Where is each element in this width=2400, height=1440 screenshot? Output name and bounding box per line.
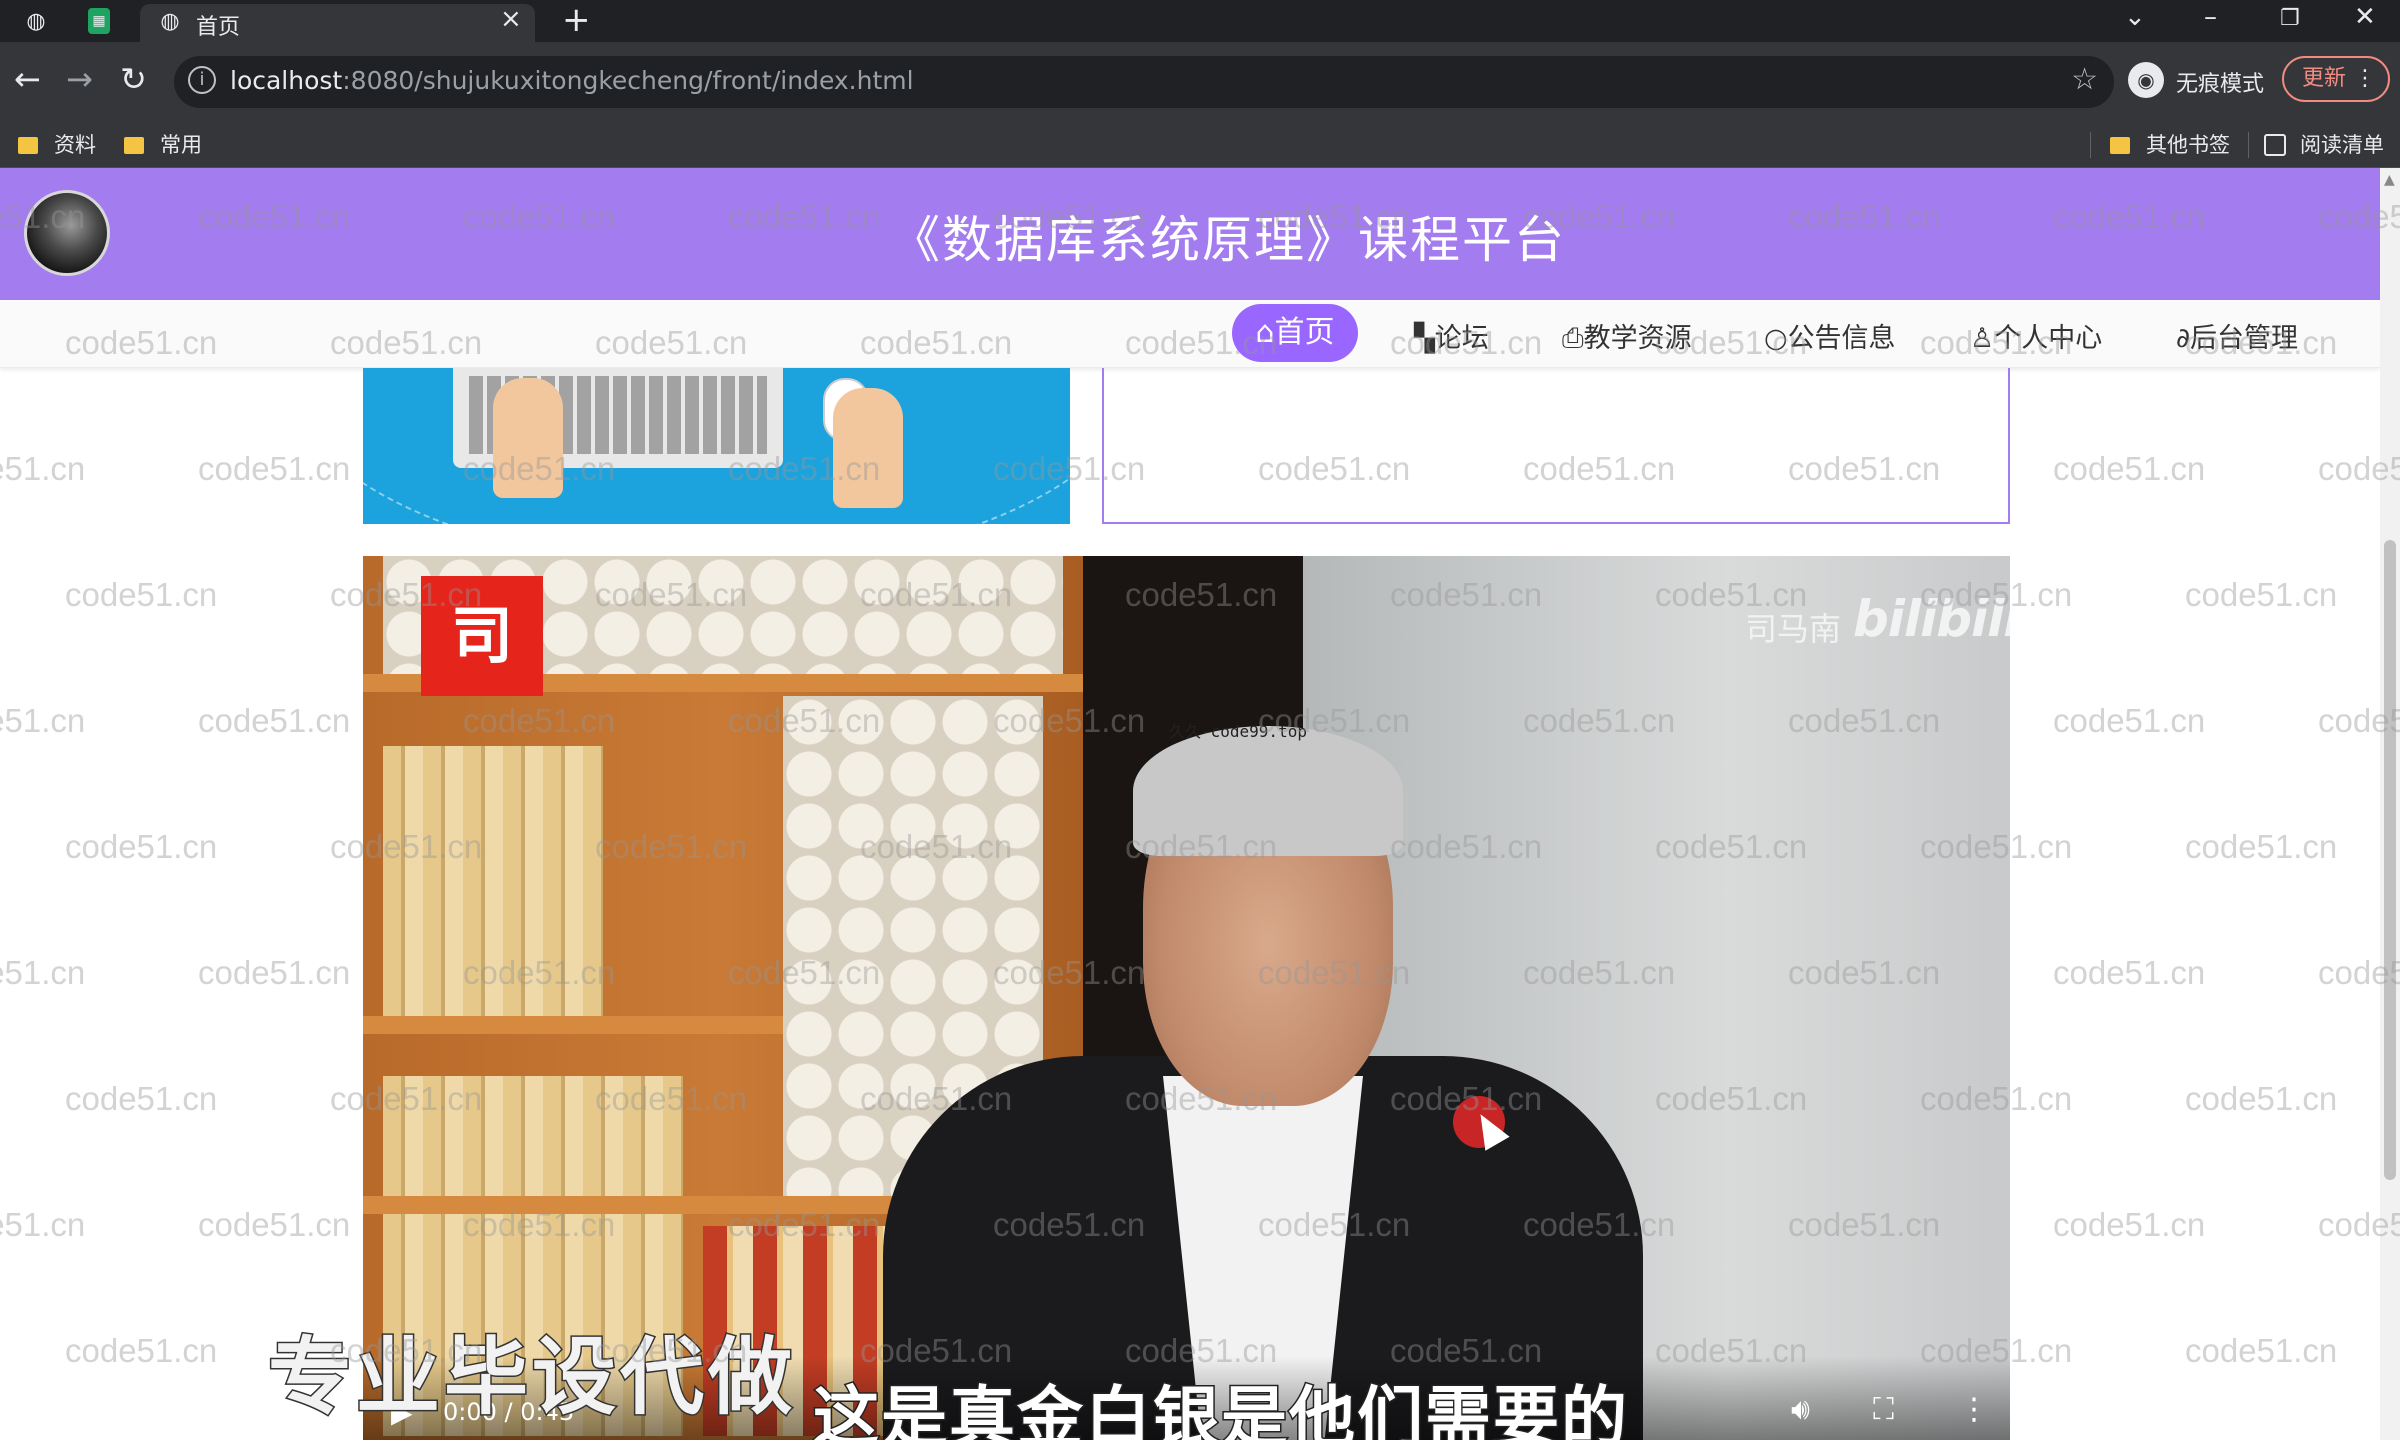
info-icon[interactable]: i <box>188 66 216 94</box>
watermark-text: code51.cn <box>198 450 351 487</box>
main-nav: ⌂首页 ▚论坛 ⎙教学资源 ○公告信息 ♙个人中心 ∂后台管理 <box>0 300 2380 368</box>
folder-icon <box>18 137 38 154</box>
left-hand-illustration <box>493 378 563 498</box>
watermark-text: code51.cn <box>198 1206 351 1243</box>
watermark-text: code51.cn <box>2053 450 2206 487</box>
incognito-tab-icon[interactable]: ◍ <box>22 7 50 35</box>
print-icon: ⎙ <box>1562 323 1584 354</box>
volume-icon[interactable]: 🔊︎ <box>1791 1392 1810 1427</box>
watermark-text: code51.cn <box>2185 1080 2338 1117</box>
grid-icon: ▚ <box>1414 323 1435 354</box>
reading-list-icon <box>2264 134 2286 156</box>
scrollbar-thumb[interactable] <box>2384 540 2396 1180</box>
globe-icon: ◍ <box>160 8 180 34</box>
watermark-text: code51.cn <box>0 1206 86 1243</box>
video-overlay-text: 久久-code99.top <box>1169 722 1307 741</box>
speaker-hair <box>1133 726 1403 856</box>
menu-dots-icon: ⋮ <box>2354 66 2376 91</box>
site-header: 《数据库系统原理》课程平台 <box>0 168 2380 300</box>
watermark-text: code51.cn <box>65 576 218 613</box>
overlay-ad-text: 专业毕设代做 <box>266 1327 797 1428</box>
bookmarks-bar: 资料 常用 其他书签 阅读清单 <box>0 122 2400 168</box>
watermark-text: code51.cn <box>65 1332 218 1369</box>
video-player[interactable]: 司 司马南 bilibili 久久-code99.top ▶ 0:00 / 0:… <box>363 556 2010 1440</box>
nav-home[interactable]: ⌂首页 <box>1232 304 1358 362</box>
bookmark-divider <box>2090 132 2091 158</box>
forward-icon[interactable]: → <box>66 60 93 98</box>
bookmark-folder-ziliao[interactable]: 资料 <box>18 130 96 160</box>
watermark-text: code51.cn <box>198 702 351 739</box>
site-title: 《数据库系统原理》课程平台 <box>890 211 1566 269</box>
right-hand-illustration <box>833 388 903 508</box>
incognito-label[interactable]: 无痕模式 <box>2176 66 2264 98</box>
restore-button[interactable]: ❐ <box>2280 6 2300 31</box>
watermark-text: code51.cn <box>2053 702 2206 739</box>
nav-announcements[interactable]: ○公告信息 <box>1764 316 1896 355</box>
bookmark-star-icon[interactable]: ☆ <box>2071 62 2098 97</box>
nav-forum[interactable]: ▚论坛 <box>1414 316 1489 355</box>
folder-icon <box>2110 137 2130 154</box>
incognito-icon[interactable]: ◉ <box>2128 62 2164 98</box>
watermark-text: code51.cn <box>2053 954 2206 991</box>
watermark-text: code51.cn <box>2185 828 2338 865</box>
url-text[interactable]: localhost:8080/shujukuxitongkecheng/fron… <box>230 66 914 95</box>
watermark-text: code51.cn <box>198 954 351 991</box>
folder-icon <box>124 137 144 154</box>
watermark-text: code51.cn <box>65 1080 218 1117</box>
watermark-text: code51.cn <box>2185 576 2338 613</box>
video-subtitle: 这是真金白银是他们需要的 <box>812 1378 1629 1440</box>
watermark-text: code51.cn <box>2053 1206 2206 1243</box>
reload-icon[interactable]: ↻ <box>120 60 147 98</box>
watermark-text: code51.cn <box>0 450 86 487</box>
browser-tab-bar: ◍ ▦ ◍ 首页 × + ⌄ – ❐ ✕ <box>0 0 2400 42</box>
minimize-button[interactable]: – <box>2204 2 2217 32</box>
bookmark-folder-changyong[interactable]: 常用 <box>124 130 202 160</box>
nav-admin[interactable]: ∂后台管理 <box>2176 316 2298 355</box>
nav-resources[interactable]: ⎙教学资源 <box>1562 316 1692 355</box>
user-icon: ♙ <box>1970 323 1995 354</box>
more-options-icon[interactable]: ⋮ <box>1959 1392 1989 1427</box>
info-box <box>1102 368 2010 524</box>
banner-image <box>363 368 1070 524</box>
browser-toolbar: ← → ↻ i localhost:8080/shujukuxitongkech… <box>0 42 2400 122</box>
watermark-text: code51.cn <box>0 954 86 991</box>
site-logo[interactable] <box>24 190 110 276</box>
scroll-up-icon[interactable]: ▲ <box>2384 172 2395 188</box>
fullscreen-icon[interactable]: ⛶ <box>1873 1392 1894 1427</box>
new-tab-button[interactable]: + <box>562 0 591 40</box>
watermark-text: code51.cn <box>2185 1332 2338 1369</box>
home-icon: ⌂ <box>1255 315 1275 350</box>
watermark-text: code51.cn <box>65 828 218 865</box>
channel-name: 司马南 <box>1745 610 1842 648</box>
address-bar[interactable]: i localhost:8080/shujukuxitongkecheng/fr… <box>174 56 2114 108</box>
tab-close-icon[interactable]: × <box>500 4 522 34</box>
link-icon: ∂ <box>2176 323 2190 354</box>
bookmark-divider <box>2248 132 2249 158</box>
chat-icon: ○ <box>1764 323 1788 354</box>
bilibili-logo: bilibili <box>1853 590 2010 648</box>
nav-profile[interactable]: ♙个人中心 <box>1970 316 2102 355</box>
bookmark-other[interactable]: 其他书签 <box>2110 130 2230 160</box>
tab-title: 首页 <box>196 15 241 40</box>
close-window-button[interactable]: ✕ <box>2354 2 2376 32</box>
sheets-tab-icon[interactable]: ▦ <box>88 8 110 34</box>
channel-logo: 司 <box>421 576 543 696</box>
tab-search-icon[interactable]: ⌄ <box>2124 2 2146 32</box>
update-button[interactable]: 更新 ⋮ <box>2282 56 2390 102</box>
back-icon[interactable]: ← <box>14 60 41 98</box>
reading-list[interactable]: 阅读清单 <box>2264 130 2384 160</box>
watermark-text: code51.cn <box>0 702 86 739</box>
